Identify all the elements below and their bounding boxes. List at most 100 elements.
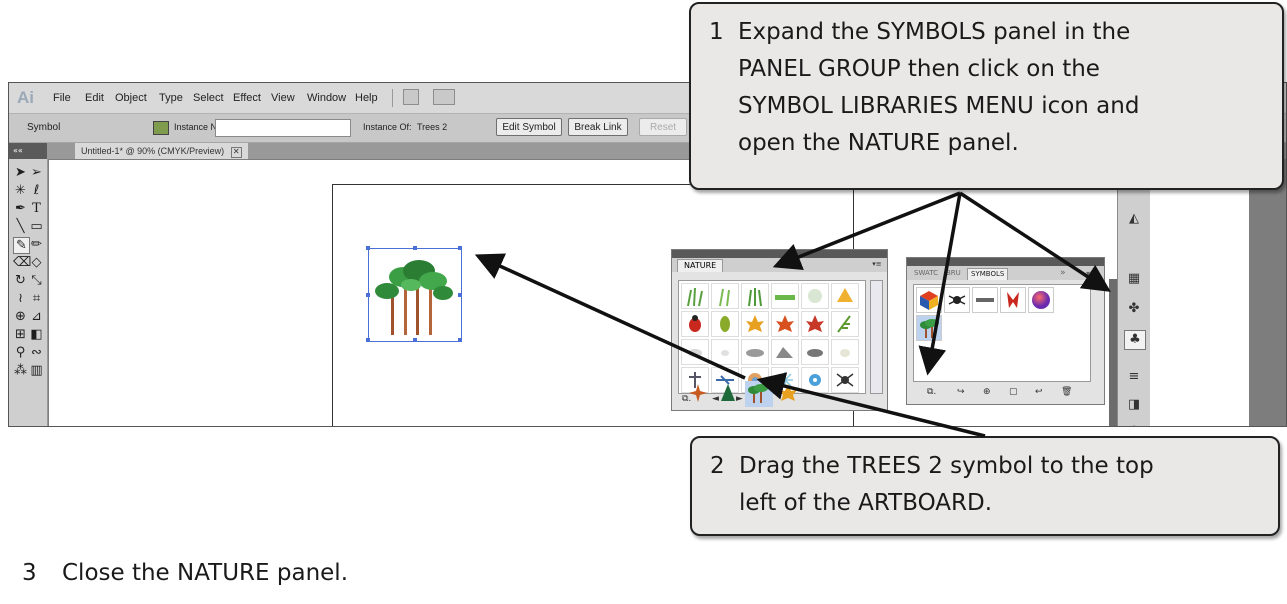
selection-handle[interactable] — [366, 338, 370, 342]
selection-handle[interactable] — [458, 338, 462, 342]
menu-edit[interactable]: Edit — [85, 92, 104, 104]
eraser-tool-icon[interactable]: ◇ — [29, 255, 44, 270]
document-tab[interactable]: Untitled-1* @ 90% (CMYK/Preview) ✕ — [75, 143, 248, 159]
close-icon[interactable]: ✕ — [230, 147, 242, 158]
pine-tree-symbol-icon[interactable] — [715, 381, 743, 407]
stone-symbol-icon[interactable] — [801, 339, 829, 365]
break-link-icon[interactable]: ⊕ — [983, 387, 991, 397]
stroke-icon[interactable]: ≡ — [1124, 368, 1144, 386]
grass-strip-symbol-icon[interactable] — [771, 283, 799, 309]
maple-leaf-symbol-icon[interactable] — [775, 381, 803, 407]
paintbrush-tool-icon[interactable]: ✎ — [13, 237, 30, 254]
trees-2-symbol-icon[interactable] — [745, 381, 773, 407]
grass-symbol-icon[interactable] — [741, 283, 769, 309]
menu-view[interactable]: View — [271, 92, 295, 104]
menu-file[interactable]: File — [53, 92, 71, 104]
nature-panel-titlebar[interactable] — [672, 250, 887, 258]
gradient-icon[interactable]: ◨ — [1124, 396, 1144, 414]
edit-symbol-button[interactable]: Edit Symbol — [496, 118, 562, 136]
tab-symbols[interactable]: SYMBOLS — [967, 268, 1009, 280]
tab-swatches[interactable]: SWATC — [911, 268, 941, 279]
grass-symbol-icon[interactable] — [711, 283, 739, 309]
tab-brushes[interactable]: BRU — [943, 268, 964, 279]
brushes-icon[interactable]: ✤ — [1124, 300, 1144, 318]
symbols-icon[interactable]: ♣ — [1124, 330, 1146, 350]
menu-type[interactable]: Type — [159, 92, 183, 104]
menu-help[interactable]: Help — [355, 92, 378, 104]
leaf-symbol-icon[interactable] — [711, 311, 739, 337]
eyedropper-tool-icon[interactable]: ⚲ — [13, 345, 28, 360]
rock-symbol-icon[interactable] — [771, 339, 799, 365]
tools-panel-collapse[interactable]: «« — [9, 143, 47, 159]
banner-symbol-icon[interactable] — [972, 287, 998, 313]
ladybug-symbol-icon[interactable] — [681, 311, 709, 337]
warp-tool-icon[interactable]: ≀ — [13, 291, 28, 306]
perspective-grid-tool-icon[interactable]: ⊿ — [29, 309, 44, 324]
stone-symbol-icon[interactable] — [711, 339, 739, 365]
trees-2-symbol-icon[interactable] — [916, 315, 942, 341]
free-transform-tool-icon[interactable]: ⌗ — [29, 291, 44, 306]
panel-menu-icon[interactable]: ▾≡ — [871, 260, 883, 269]
symbols-panel-titlebar[interactable] — [907, 258, 1104, 266]
ribbon-symbol-icon[interactable] — [1000, 287, 1026, 313]
menu-object[interactable]: Object — [115, 92, 147, 104]
leaf-symbol-icon[interactable] — [831, 283, 859, 309]
sphere-symbol-icon[interactable] — [1028, 287, 1054, 313]
symbol-sprayer-tool-icon[interactable]: ⁂ — [13, 363, 28, 378]
selection-handle[interactable] — [458, 293, 462, 297]
graph-tool-icon[interactable]: ▥ — [29, 363, 44, 378]
selection-handle[interactable] — [413, 246, 417, 250]
swatches-icon[interactable]: ▦ — [1124, 270, 1144, 288]
nature-panel-tab[interactable]: NATURE — [677, 259, 724, 272]
leaf-symbol-icon[interactable] — [831, 311, 859, 337]
rectangle-tool-icon[interactable]: ▭ — [29, 219, 44, 234]
gradient-tool-icon[interactable]: ◧ — [29, 327, 44, 342]
instance-name-input[interactable] — [215, 119, 351, 137]
type-tool-icon[interactable]: T — [29, 201, 44, 216]
trees-2-symbol-instance[interactable] — [366, 246, 462, 342]
flower-symbol-icon[interactable] — [801, 367, 829, 393]
symbol-options-icon[interactable]: ▢ — [1009, 387, 1018, 397]
splat-symbol-icon[interactable] — [685, 381, 713, 407]
rotate-tool-icon[interactable]: ↻ — [13, 273, 28, 288]
arrange-documents-button[interactable] — [433, 89, 455, 105]
scale-tool-icon[interactable]: ⤡ — [29, 273, 44, 288]
blend-tool-icon[interactable]: ∾ — [29, 345, 44, 360]
reset-button[interactable]: Reset — [639, 118, 687, 136]
selection-handle[interactable] — [366, 293, 370, 297]
cube-symbol-icon[interactable] — [916, 287, 942, 313]
menu-select[interactable]: Select — [193, 92, 224, 104]
grass-symbol-icon[interactable] — [681, 283, 709, 309]
place-symbol-instance-icon[interactable]: ↪ — [957, 387, 965, 397]
line-tool-icon[interactable]: ╲ — [13, 219, 28, 234]
pen-tool-icon[interactable]: ✒ — [13, 201, 28, 216]
direct-selection-tool-icon[interactable]: ➢ — [29, 165, 44, 180]
stone-symbol-icon[interactable] — [831, 339, 859, 365]
menu-effect[interactable]: Effect — [233, 92, 261, 104]
lasso-tool-icon[interactable]: ℓ — [29, 183, 44, 198]
stone-symbol-icon[interactable] — [681, 339, 709, 365]
maple-leaf-symbol-icon[interactable] — [771, 311, 799, 337]
bridge-button[interactable] — [403, 89, 419, 105]
symbol-libraries-menu-icon[interactable]: ⧉. — [927, 387, 936, 397]
selection-tool-icon[interactable]: ➤ — [13, 165, 28, 180]
maple-leaf-symbol-icon[interactable] — [741, 311, 769, 337]
break-link-button[interactable]: Break Link — [568, 118, 628, 136]
more-tabs-icon[interactable]: » — [1057, 268, 1069, 279]
spider-symbol-icon[interactable] — [831, 367, 859, 393]
stone-symbol-icon[interactable] — [741, 339, 769, 365]
bug-symbol-icon[interactable] — [944, 287, 970, 313]
menu-window[interactable]: Window — [307, 92, 346, 104]
selection-handle[interactable] — [458, 246, 462, 250]
nature-panel-scrollbar[interactable] — [870, 280, 883, 394]
blob-brush-tool-icon[interactable]: ⌫ — [13, 255, 31, 270]
foliage-symbol-icon[interactable] — [801, 283, 829, 309]
panel-menu-icon[interactable]: ▾≡ — [1083, 268, 1100, 279]
new-symbol-icon[interactable]: ↩ — [1035, 387, 1043, 397]
pencil-tool-icon[interactable]: ✏ — [29, 237, 44, 252]
color-guide-icon[interactable]: ◭ — [1124, 210, 1144, 228]
selection-handle[interactable] — [366, 246, 370, 250]
maple-leaf-symbol-icon[interactable] — [801, 311, 829, 337]
mesh-tool-icon[interactable]: ⊞ — [13, 327, 28, 342]
selection-handle[interactable] — [413, 338, 417, 342]
